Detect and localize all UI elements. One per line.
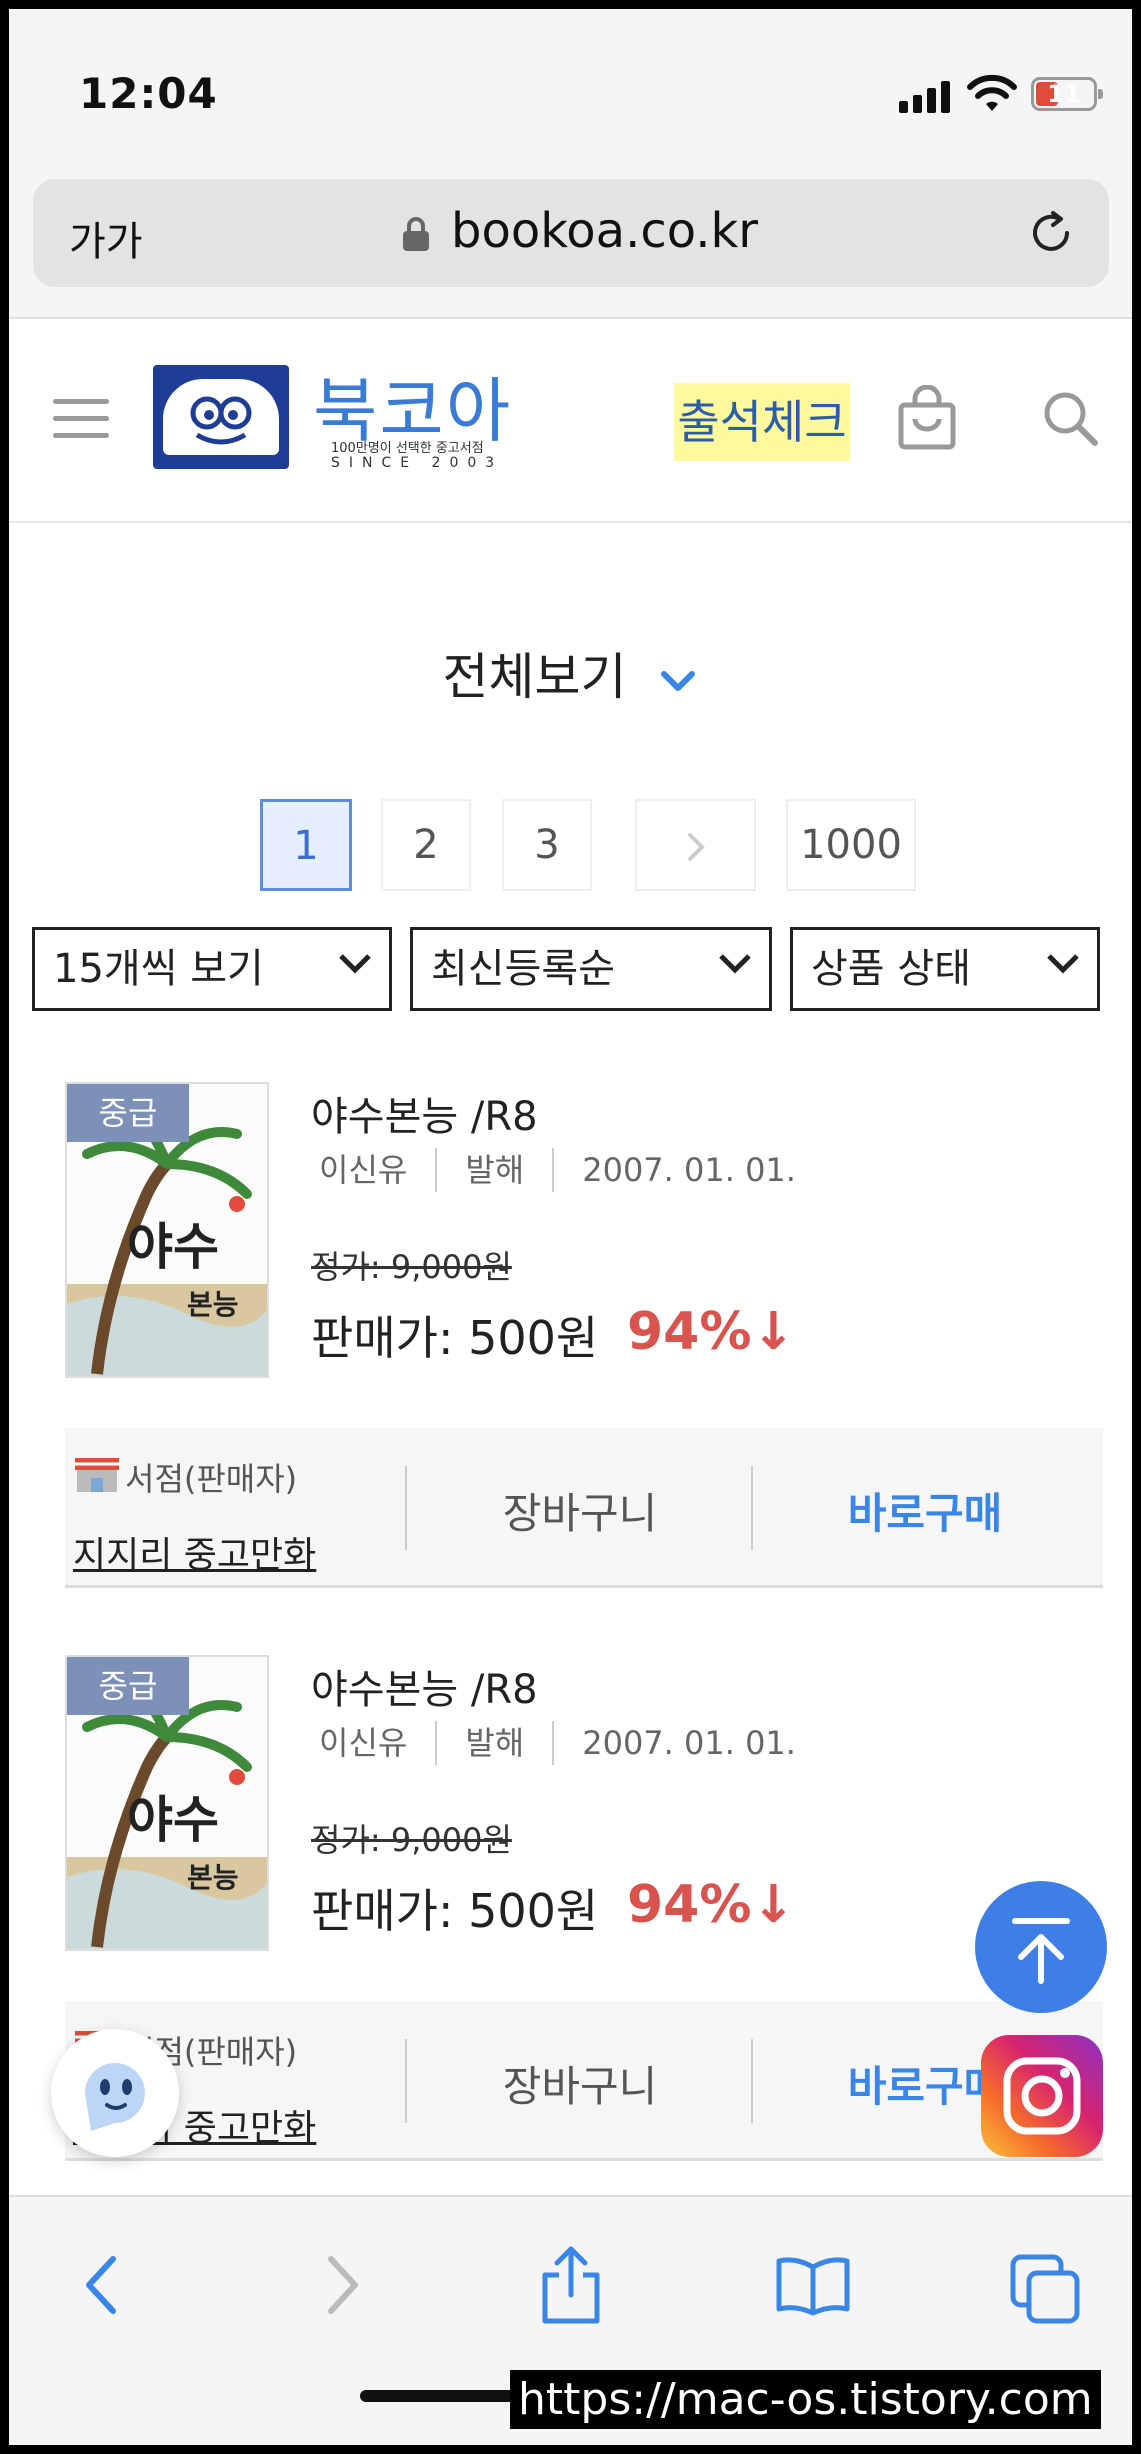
back-icon[interactable] [79, 2253, 123, 2317]
discount-rate: 94%↓ [627, 1875, 796, 1935]
chevron-down-icon [719, 954, 751, 974]
shopping-bag-icon[interactable] [897, 385, 957, 451]
share-icon[interactable] [539, 2245, 603, 2325]
condition-badge: 중급 [67, 1084, 189, 1142]
condition-value: 상품 상태 [811, 946, 971, 992]
add-to-cart-button[interactable]: 장바구니 [410, 2053, 750, 2114]
page-1-button[interactable]: 1 [260, 799, 352, 891]
forward-icon[interactable] [321, 2253, 365, 2317]
cover-title: 야수 [127, 1218, 219, 1276]
book-cover-image[interactable]: 야수 본능 중급 [65, 1655, 269, 1951]
product-item[interactable]: 야수 본능 중급 야수본능 /R8 이신유 발해 2007. 01. 01. 정가:… [55, 1655, 1103, 2175]
last-page-button[interactable]: 1000 [786, 799, 916, 891]
battery-icon: 11 [1031, 77, 1103, 111]
logo-since: SINCE 2003 [331, 455, 504, 471]
site-header: 북코아 100만명이 선택한 중고서점 SINCE 2003 출석체크 [9, 319, 1132, 523]
condition-select[interactable]: 상품 상태 [790, 927, 1100, 1011]
buy-now-button[interactable]: 바로구매 [755, 1480, 1095, 1541]
instagram-icon[interactable] [981, 2035, 1103, 2157]
wifi-icon [967, 74, 1017, 111]
product-publisher: 발해 [435, 1148, 552, 1192]
reload-icon[interactable] [1023, 205, 1079, 261]
scroll-to-top-button[interactable] [975, 1881, 1107, 2013]
divider [751, 2039, 753, 2123]
cover-subtitle: 본능 [187, 1861, 239, 1894]
page-2-button[interactable]: 2 [381, 799, 471, 891]
product-author: 이신유 [319, 1724, 408, 1762]
divider [405, 2039, 407, 2123]
list-price: 정가: 9,000원 [311, 1821, 512, 1859]
logo-icon[interactable] [153, 365, 289, 469]
chevron-down-icon [339, 954, 371, 974]
divider [405, 1466, 407, 1550]
per-page-select[interactable]: 15개씩 보기 [32, 927, 392, 1011]
product-date: 2007. 01. 01. [552, 1148, 824, 1192]
sale-price: 판매가: 500원 [311, 1311, 599, 1365]
chevron-down-icon[interactable] [658, 668, 698, 694]
text-size-button[interactable]: 가가 [69, 209, 143, 267]
phone-screen: 12:04 11 가가 bookoa.co.kr 북코아 100만명이 선택한 … [9, 9, 1132, 2445]
category-title-text: 전체보기 [442, 648, 627, 706]
product-meta: 이신유 발해 2007. 01. 01. [311, 1721, 824, 1765]
arrow-up-icon [1012, 1918, 1070, 1984]
chatbot-icon[interactable] [51, 2029, 179, 2157]
book-cover-image[interactable]: 야수 본능 중급 [65, 1082, 269, 1378]
condition-badge: 중급 [67, 1657, 189, 1715]
seller-name-link[interactable]: 지지리 중고만화 [73, 1526, 316, 1578]
browser-address-area: 가가 bookoa.co.kr [9, 169, 1132, 319]
product-title[interactable]: 야수본능 /R8 [311, 1657, 538, 1715]
product-publisher: 발해 [435, 1721, 552, 1765]
chevron-down-icon [1047, 954, 1079, 974]
status-time: 12:04 [79, 69, 218, 118]
watermark: https://mac-os.tistory.com [510, 2370, 1101, 2429]
page-3-button[interactable]: 3 [502, 799, 592, 891]
discount-rate: 94%↓ [627, 1302, 796, 1362]
cellular-signal-icon [899, 79, 951, 113]
product-author: 이신유 [319, 1151, 408, 1189]
seller-bar: 서점(판매자) 지지리 중고만화 장바구니 바로구매 [65, 2001, 1103, 2161]
menu-icon[interactable] [53, 399, 109, 439]
bookmarks-icon[interactable] [775, 2253, 851, 2317]
cover-title: 야수 [127, 1791, 219, 1849]
tabs-icon[interactable] [1009, 2253, 1081, 2325]
product-meta: 이신유 발해 2007. 01. 01. [311, 1148, 824, 1192]
lock-icon [403, 217, 429, 251]
product-item[interactable]: 야수 본능 중급 야수본능 /R8 이신유 발해 2007. 01. 01. 정가:… [55, 1082, 1103, 1602]
seller-bar: 서점(판매자) 지지리 중고만화 장바구니 바로구매 [65, 1428, 1103, 1588]
product-date: 2007. 01. 01. [552, 1721, 824, 1765]
per-page-value: 15개씩 보기 [53, 946, 264, 992]
search-icon[interactable] [1041, 389, 1101, 449]
seller-label: 서점(판매자) [125, 1460, 298, 1498]
add-to-cart-button[interactable]: 장바구니 [410, 1480, 750, 1541]
url-text[interactable]: bookoa.co.kr [451, 203, 758, 259]
attendance-check-button[interactable]: 출석체크 [674, 383, 850, 461]
next-page-button[interactable] [635, 799, 756, 891]
divider [751, 1466, 753, 1550]
cover-subtitle: 본능 [187, 1288, 239, 1321]
sort-select[interactable]: 최신등록순 [410, 927, 772, 1011]
address-bar[interactable]: 가가 bookoa.co.kr [33, 179, 1109, 287]
chevron-right-icon [687, 833, 705, 861]
product-title[interactable]: 야수본능 /R8 [311, 1084, 538, 1142]
logo-tagline: 100만명이 선택한 중고서점 [331, 441, 484, 456]
shop-icon [75, 1458, 119, 1492]
battery-level: 11 [1047, 80, 1081, 108]
list-price: 정가: 9,000원 [311, 1248, 512, 1286]
status-bar: 12:04 11 [9, 9, 1132, 169]
sale-price: 판매가: 500원 [311, 1884, 599, 1938]
category-title[interactable]: 전체보기 [9, 637, 1132, 709]
sort-value: 최신등록순 [431, 946, 615, 992]
